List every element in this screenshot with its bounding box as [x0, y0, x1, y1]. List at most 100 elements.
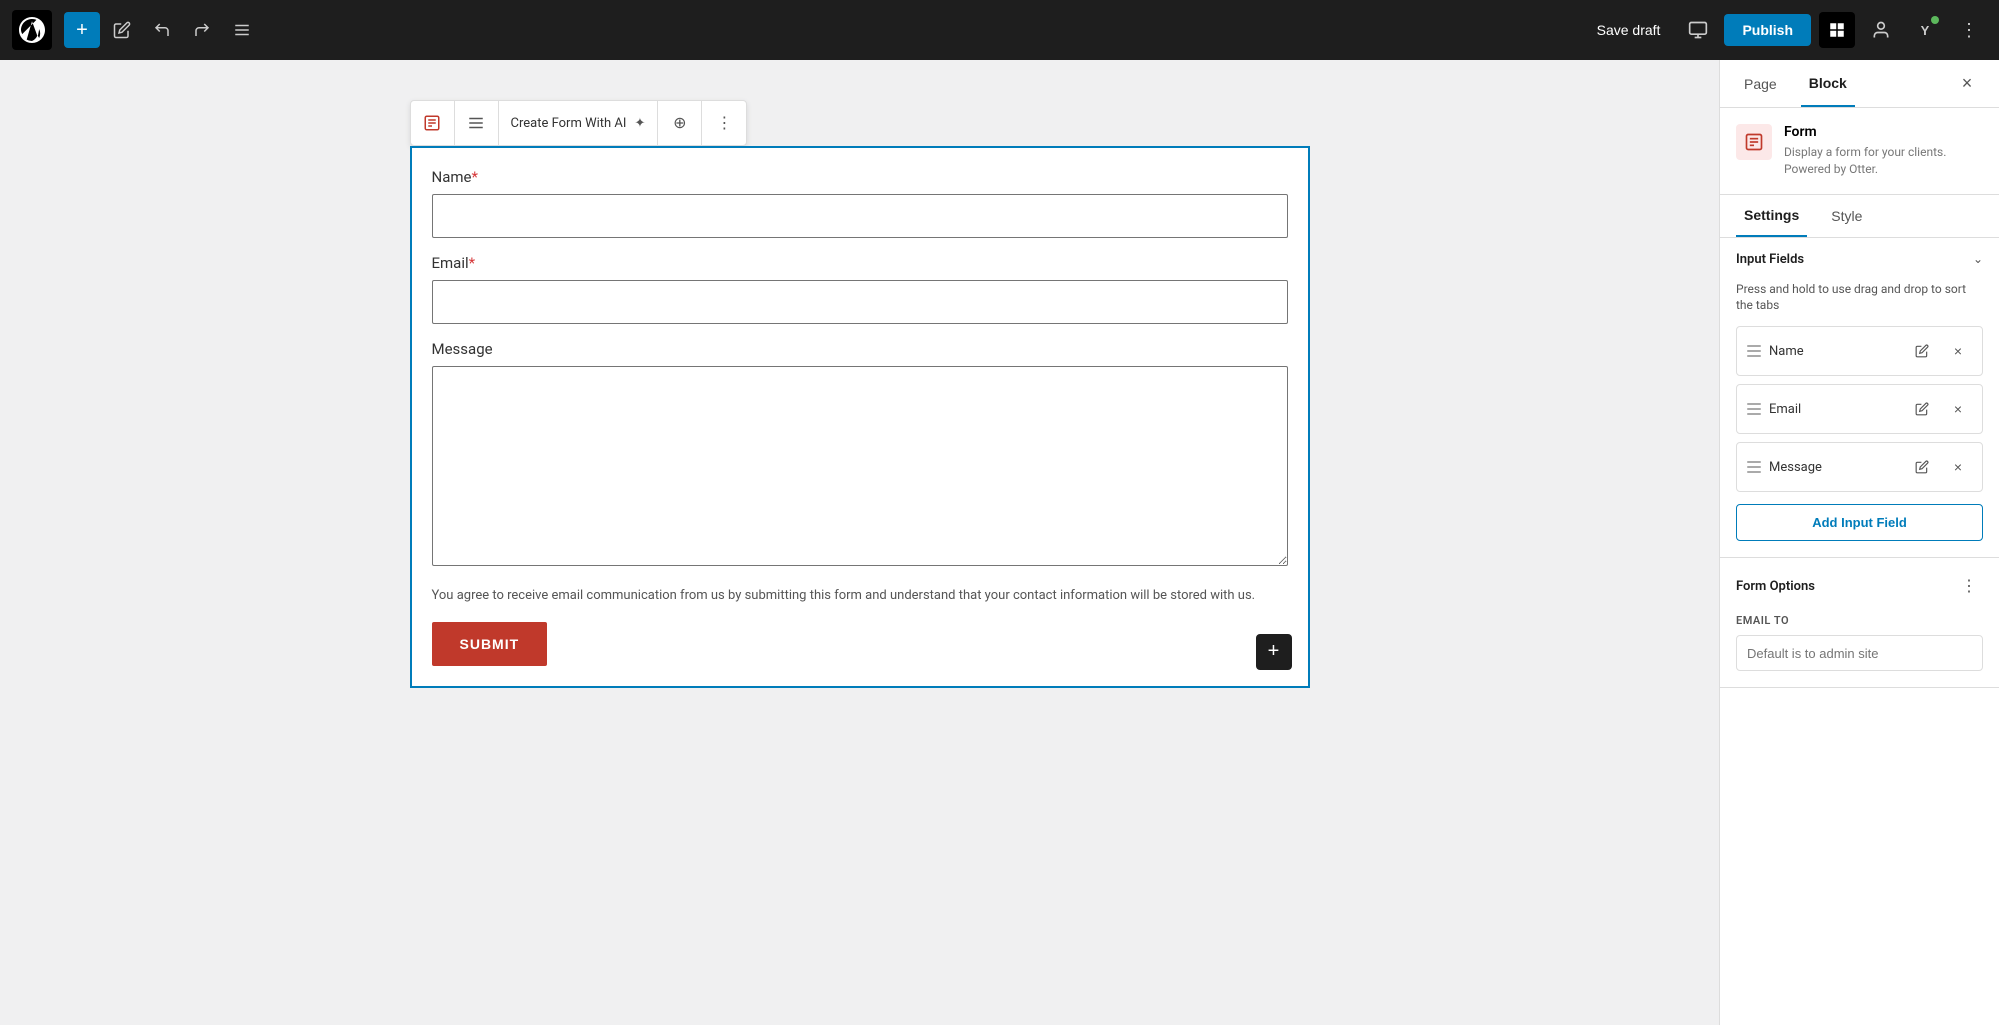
user-button[interactable] — [1863, 12, 1899, 48]
block-view-button[interactable] — [1819, 12, 1855, 48]
pencil-icon — [113, 21, 131, 39]
topbar-right: Save draft Publish Y — [1585, 12, 1987, 48]
list-view-button[interactable] — [224, 12, 260, 48]
field-item-message: Message × — [1736, 442, 1983, 492]
input-fields-title: Input Fields — [1736, 252, 1804, 267]
move-icon: ⊕ — [673, 113, 686, 133]
email-to-input[interactable] — [1736, 635, 1983, 671]
redo-button[interactable] — [184, 12, 220, 48]
tab-block[interactable]: Block — [1801, 61, 1855, 107]
add-block-button[interactable]: + — [64, 12, 100, 48]
block-icon — [1828, 21, 1846, 39]
close-sidebar-button[interactable]: × — [1951, 68, 1983, 100]
form-block-icon — [1744, 132, 1764, 152]
sidebar-header: Page Block × — [1720, 60, 1999, 108]
tab-style[interactable]: Style — [1823, 195, 1870, 237]
view-button[interactable] — [1680, 12, 1716, 48]
main-layout: Create Form With AI ✦ ⊕ ⋮ Name* — [0, 60, 1999, 1025]
plus-icon: + — [76, 19, 88, 42]
drag-handle-email[interactable] — [1747, 403, 1761, 415]
block-info: Form Display a form for your clients. Po… — [1720, 108, 1999, 195]
field-name-name: Name — [1769, 344, 1900, 359]
input-fields-body: Press and hold to use drag and drop to s… — [1720, 281, 1999, 558]
block-toolbar: Create Form With AI ✦ ⊕ ⋮ — [410, 100, 748, 146]
publish-button[interactable]: Publish — [1724, 14, 1811, 46]
tab-page[interactable]: Page — [1736, 62, 1785, 106]
plus-inline-icon: + — [1268, 640, 1280, 663]
email-label-text: Email — [432, 254, 469, 272]
ellipsis-vertical-icon: ⋮ — [1960, 20, 1978, 41]
name-field-group: Name* — [432, 168, 1288, 238]
move-button[interactable]: ⊕ — [658, 101, 702, 145]
field-remove-message-button[interactable]: × — [1944, 453, 1972, 481]
tab-settings[interactable]: Settings — [1736, 195, 1807, 237]
pencil-edit-icon — [1915, 344, 1929, 358]
add-block-inline-button[interactable]: + — [1256, 634, 1292, 670]
pencil-edit-message-icon — [1915, 460, 1929, 474]
list-view-icon — [233, 21, 251, 39]
editor-area: Create Form With AI ✦ ⊕ ⋮ Name* — [0, 60, 1719, 1025]
align-icon — [467, 114, 485, 132]
message-label: Message — [432, 340, 1288, 358]
undo-icon — [153, 21, 171, 39]
form-options-menu-button[interactable]: ⋮ — [1955, 572, 1983, 600]
block-info-description: Display a form for your clients. Powered… — [1784, 144, 1983, 178]
undo-button[interactable] — [144, 12, 180, 48]
field-item-name: Name × — [1736, 326, 1983, 376]
monitor-icon — [1688, 20, 1708, 40]
close-email-icon: × — [1954, 401, 1962, 417]
message-field-group: Message — [432, 340, 1288, 570]
create-form-text: Create Form With AI — [511, 116, 627, 131]
drag-handle-message[interactable] — [1747, 461, 1761, 473]
field-name-message: Message — [1769, 460, 1900, 475]
drag-handle-name[interactable] — [1747, 345, 1761, 357]
field-name-email: Email — [1769, 402, 1900, 417]
chevron-up-icon: ⌄ — [1973, 252, 1983, 266]
name-label: Name* — [432, 168, 1288, 186]
yoast-button[interactable]: Y — [1907, 12, 1943, 48]
email-to-label: EMAIL TO — [1736, 614, 1983, 627]
save-draft-button[interactable]: Save draft — [1585, 16, 1673, 44]
form-options-section: Form Options ⋮ EMAIL TO — [1720, 558, 1999, 688]
name-input[interactable] — [432, 194, 1288, 238]
wp-logo — [12, 10, 52, 50]
input-fields-section-header[interactable]: Input Fields ⌄ — [1720, 238, 1999, 281]
field-remove-name-button[interactable]: × — [1944, 337, 1972, 365]
edit-button[interactable] — [104, 12, 140, 48]
name-required-star: * — [471, 168, 477, 186]
form-icon-button[interactable] — [411, 101, 455, 145]
message-label-text: Message — [432, 340, 493, 358]
add-input-field-button[interactable]: Add Input Field — [1736, 504, 1983, 541]
message-textarea[interactable] — [432, 366, 1288, 566]
topbar: + Save draft — [0, 0, 1999, 60]
block-info-text: Form Display a form for your clients. Po… — [1784, 124, 1983, 178]
redo-icon — [193, 21, 211, 39]
options-ellipsis-icon: ⋮ — [1961, 576, 1977, 596]
align-button[interactable] — [455, 101, 499, 145]
create-form-label: Create Form With AI ✦ — [499, 101, 659, 145]
right-sidebar: Page Block × Form Display a form for you… — [1719, 60, 1999, 1025]
pencil-edit-email-icon — [1915, 402, 1929, 416]
email-input[interactable] — [432, 280, 1288, 324]
form-options-header[interactable]: Form Options ⋮ — [1720, 558, 1999, 614]
more-options-button[interactable]: ⋮ — [1951, 12, 1987, 48]
submit-button[interactable]: SUBMIT — [432, 622, 548, 666]
email-to-section: EMAIL TO — [1720, 614, 1999, 687]
yoast-badge — [1931, 16, 1939, 24]
field-edit-message-button[interactable] — [1908, 453, 1936, 481]
more-block-options-button[interactable]: ⋮ — [702, 101, 746, 145]
input-fields-section: Input Fields ⌄ Press and hold to use dra… — [1720, 238, 1999, 559]
form-block: Name* Email* Message — [410, 146, 1310, 688]
field-edit-name-button[interactable] — [1908, 337, 1936, 365]
more-options-icon: ⋮ — [716, 113, 732, 133]
name-label-text: Name — [432, 168, 472, 186]
email-field-group: Email* — [432, 254, 1288, 324]
email-label: Email* — [432, 254, 1288, 272]
field-edit-email-button[interactable] — [1908, 395, 1936, 423]
input-fields-hint: Press and hold to use drag and drop to s… — [1736, 281, 1983, 315]
field-remove-email-button[interactable]: × — [1944, 395, 1972, 423]
yoast-icon: Y — [1921, 23, 1930, 38]
consent-text: You agree to receive email communication… — [432, 586, 1288, 606]
email-required-star: * — [469, 254, 475, 272]
sparkle-icon: ✦ — [634, 116, 645, 131]
